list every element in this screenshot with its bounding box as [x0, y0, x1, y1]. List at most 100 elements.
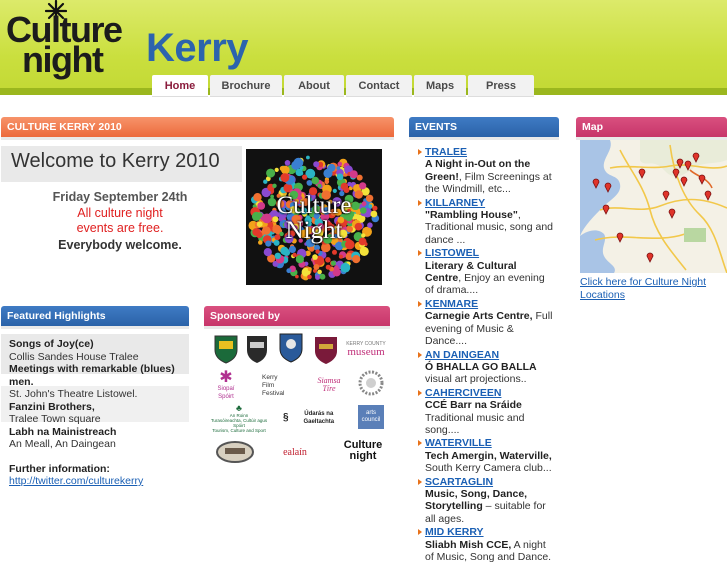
event-date: Friday September 24th — [52, 190, 188, 204]
featured-item: Songs of Joy(ce) Collis Sandes House Tral… — [9, 338, 194, 363]
event-title: Tech Amergin, Waterville, — [425, 449, 552, 462]
arrow-icon — [418, 351, 422, 358]
dept-line-2: Turasóireachta, Cultúir agus Spóirt — [210, 417, 268, 428]
event-town-link[interactable]: WATERVILLE — [425, 437, 553, 449]
events-list: TRALEE A Night in-Out on the Green!, Film… — [418, 146, 553, 564]
culture-night-small-logo[interactable]: Culture night — [340, 436, 386, 466]
featured-title: Meetings with remarkable (blues) men. — [9, 363, 175, 388]
udaras-logo[interactable]: § Údarás na Gaeltachta — [283, 410, 347, 426]
event-town-link[interactable]: MID KERRY — [425, 526, 553, 538]
event-town-link[interactable]: CAHERCIVEEN — [425, 387, 553, 399]
arrow-icon — [418, 149, 422, 155]
event-title: Ó BHALLA GO BALLA — [425, 360, 537, 373]
featured-header: Featured Highlights — [1, 306, 189, 326]
dept-tourism-logo[interactable]: ♣ An Roinn Turasóireachta, Cultúir agus … — [210, 402, 268, 433]
twitter-link[interactable]: http://twitter.com/culturekerry — [9, 475, 143, 487]
film-line-1: Kerry — [262, 374, 278, 381]
featured-divider — [1, 326, 189, 329]
udaras-label: Údarás na Gaeltachta — [303, 411, 335, 425]
event-town-link[interactable]: KENMARE — [425, 298, 553, 310]
ealain-logo[interactable]: ealaín — [274, 440, 316, 466]
udaras-icon: § — [283, 412, 289, 423]
tab-press[interactable]: Press — [468, 75, 534, 97]
arrow-icon — [418, 389, 422, 396]
culture-kerry-header: CULTURE KERRY 2010 — [1, 117, 394, 137]
siamsa-tire-logo[interactable]: Siamsa Tíre — [312, 372, 346, 398]
sponsors-divider — [204, 326, 390, 329]
featured-list: Songs of Joy(ce) Collis Sandes House Tral… — [9, 338, 194, 488]
event-item: KILLARNEY "Rambling House", Traditional m… — [418, 197, 553, 247]
event-town-link[interactable]: KILLARNEY — [425, 197, 553, 209]
kerry-film-festival-logo[interactable]: Kerry Film Festival — [262, 370, 296, 402]
tab-maps[interactable]: Maps — [414, 75, 466, 97]
featured-venue: An Meall, An Daingean — [9, 438, 116, 450]
tab-about[interactable]: About — [284, 75, 344, 97]
welcome-line: Everybody welcome. — [58, 237, 182, 252]
event-item: WATERVILLE Tech Amergin, Waterville, Sout… — [418, 437, 553, 474]
crest-logo-2[interactable] — [245, 334, 269, 364]
event-town-link[interactable]: SCARTAGLIN — [425, 476, 553, 488]
arrow-icon — [418, 250, 422, 257]
event-town-link[interactable]: LISTOWEL — [425, 247, 553, 259]
featured-venue: Tralee Town square — [9, 413, 101, 425]
culture-kerry-divider — [1, 137, 394, 140]
dept-line-3: Tourism, Culture and Sport — [212, 427, 266, 433]
siopa-logo[interactable]: ✱ Siopaí Spóirt — [210, 369, 242, 401]
map-thumbnail[interactable] — [580, 140, 727, 273]
event-item: CAHERCIVEEN CCÉ Barr na Sráide Traditiona… — [418, 387, 553, 437]
film-line-3: Festival — [262, 390, 285, 397]
crest-logo-1[interactable] — [213, 334, 239, 364]
event-title: CCÉ Barr na Sráide — [425, 399, 522, 412]
film-line-2: Film — [262, 382, 275, 389]
featured-item: Labh na Mainistreach An Meall, An Daingea… — [9, 426, 194, 451]
tab-brochure[interactable]: Brochure — [210, 75, 282, 97]
kerry-map-image — [580, 140, 727, 273]
event-item: TRALEE A Night in-Out on the Green!, Film… — [418, 146, 553, 196]
further-info: Further information: http://twitter.com/c… — [9, 463, 194, 488]
crest-logo-4[interactable] — [313, 335, 339, 365]
logo-night[interactable]: night — [22, 42, 104, 78]
oval-emblem-icon[interactable] — [215, 440, 255, 464]
arts-council-logo[interactable]: arts council — [358, 405, 384, 429]
museum-label: museum — [347, 346, 385, 358]
event-town-link[interactable]: AN DAINGEAN — [425, 349, 553, 361]
event-item: AN DAINGEAN Ó BHALLA GO BALLA visual art … — [418, 349, 553, 386]
welcome-heading: Welcome to Kerry 2010 — [11, 150, 220, 172]
sponsors-header: Sponsored by — [204, 306, 390, 326]
arrow-icon — [418, 529, 422, 536]
harp-icon: ♣ — [236, 402, 242, 413]
further-info-label: Further information: — [9, 462, 110, 475]
main-nav: Home Brochure About Contact Maps Press — [152, 75, 536, 97]
siopa-label: Siopaí Spóirt — [217, 386, 235, 400]
map-locations-link[interactable]: Click here for Culture Night Locations — [580, 276, 725, 301]
events-header: EVENTS — [409, 117, 559, 137]
poster-line-1: Culture — [276, 192, 352, 219]
tab-home[interactable]: Home — [152, 75, 208, 97]
event-title: Carnegie Arts Centre, — [425, 310, 533, 323]
arrow-icon — [418, 478, 422, 485]
events-divider — [409, 137, 559, 140]
arrow-icon — [418, 440, 422, 447]
cn-small-line-2: night — [349, 450, 377, 462]
poster-line-2: Night — [285, 217, 343, 244]
event-item: LISTOWEL Literary & Cultural Centre, Enjo… — [418, 247, 553, 297]
featured-venue: St. John's Theatre Listowel. — [9, 388, 138, 400]
tab-contact[interactable]: Contact — [346, 75, 412, 97]
event-desc: Traditional music and song.... — [425, 411, 525, 436]
event-town-link[interactable]: TRALEE — [425, 146, 553, 158]
featured-venue: Collis Sandes House Tralee — [9, 350, 139, 363]
county-title: Kerry — [146, 26, 249, 70]
culture-night-poster: Culture Night — [246, 149, 382, 285]
crest-logo-3[interactable] — [278, 332, 304, 364]
round-seal-icon[interactable] — [358, 370, 384, 396]
event-item: KENMARE Carnegie Arts Centre, Full evenin… — [418, 298, 553, 348]
figure-icon: ✱ — [219, 369, 233, 386]
featured-item: Meetings with remarkable (blues) men. St.… — [9, 363, 194, 401]
featured-title: Labh na Mainistreach — [9, 425, 117, 438]
featured-title: Songs of Joy(ce) — [9, 338, 94, 350]
kerry-museum-logo[interactable]: KERRY COUNTY museum — [345, 334, 387, 362]
free-line-2: events are free. — [76, 221, 164, 235]
map-header: Map — [576, 117, 727, 137]
arrow-icon — [418, 300, 422, 307]
free-line-1: All culture night — [77, 205, 163, 220]
